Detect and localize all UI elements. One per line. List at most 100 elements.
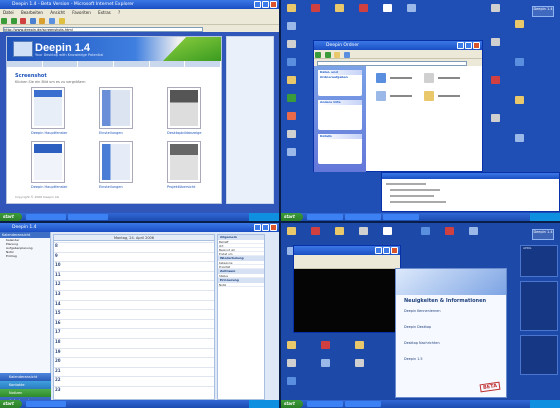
welcome-link-2[interactable]: Deepin Desktop <box>404 325 431 329</box>
welcome-link-4[interactable]: Deepin 1.5 <box>404 357 423 361</box>
home-icon[interactable] <box>39 17 46 24</box>
menu-item-ansicht[interactable]: Ansicht <box>50 10 65 15</box>
nav-button-notizen[interactable]: Notizen <box>0 389 51 397</box>
maximize-button[interactable] <box>262 224 269 231</box>
nav-button-kalender[interactable]: Kalenderansicht <box>0 373 51 381</box>
taskbar-button[interactable] <box>307 214 343 220</box>
taskbar-button[interactable] <box>345 401 381 407</box>
day-view-grid[interactable]: Montag, 24. April 2006 8 9 10 11 12 13 14 15 16 1… <box>53 234 215 400</box>
site-nav-tab[interactable] <box>185 61 222 67</box>
desktop-file-icon[interactable] <box>355 359 364 367</box>
screenshot-thumb-2[interactable] <box>99 87 133 129</box>
back-icon[interactable] <box>315 51 321 58</box>
desktop-file-icon[interactable] <box>469 227 478 235</box>
desktop-folder-icon[interactable] <box>335 4 344 12</box>
address-input[interactable]: http://www.deepin.de/screenshots.html <box>3 26 203 32</box>
desktop-app-icon[interactable] <box>359 4 368 12</box>
tree-item[interactable] <box>386 183 426 185</box>
desktop-folder-icon[interactable] <box>287 341 296 349</box>
screenshot-thumb-5[interactable] <box>99 141 133 183</box>
file-icon[interactable] <box>376 73 386 83</box>
desktop-folder-icon[interactable] <box>287 4 296 12</box>
thumb-label-5[interactable]: Einstellungen <box>99 185 123 189</box>
folder-up-icon[interactable] <box>334 51 341 58</box>
screenshot-thumb-4[interactable] <box>31 141 65 183</box>
desktop-file-icon[interactable] <box>383 227 392 235</box>
screenshot-thumb-1[interactable] <box>31 87 65 129</box>
thumb-label-3[interactable]: Desktopbildanzeige <box>167 131 202 135</box>
thumb-label-6[interactable]: Projektübersicht <box>167 185 195 189</box>
refresh-icon[interactable] <box>29 17 36 24</box>
menu-item-help[interactable]: ? <box>118 10 120 15</box>
welcome-link-3[interactable]: Desktop Nachrichten <box>404 341 440 345</box>
prop-row[interactable]: Notiz <box>218 283 264 287</box>
desktop-folder-icon[interactable] <box>335 227 344 235</box>
thumb-label-1[interactable]: Deepin Hauptfenster <box>31 131 68 135</box>
minimize-button[interactable] <box>254 1 261 8</box>
desktop-file-icon[interactable] <box>383 4 392 12</box>
desktop-file-icon[interactable] <box>491 114 500 122</box>
thumb-label-4[interactable]: Deepin Hauptfenster <box>31 185 68 189</box>
forward-icon[interactable] <box>324 51 331 58</box>
taskbar-button[interactable] <box>26 401 66 407</box>
close-button[interactable] <box>473 42 480 49</box>
menu-item-datei[interactable]: Datei <box>3 10 14 15</box>
desktop-file-icon[interactable] <box>491 38 500 46</box>
back-icon[interactable] <box>1 17 7 24</box>
desktop-file-icon[interactable] <box>287 148 296 156</box>
desktop-file-icon[interactable] <box>491 4 500 12</box>
close-button[interactable] <box>270 224 277 231</box>
screenshot-thumb-3[interactable] <box>167 87 201 129</box>
desktop-folder-icon[interactable] <box>355 341 364 349</box>
file-icon[interactable] <box>424 91 434 101</box>
close-button[interactable] <box>270 1 277 8</box>
minimize-button[interactable] <box>457 42 464 49</box>
site-nav-tab[interactable] <box>78 61 115 67</box>
desktop-app-icon[interactable] <box>421 227 430 235</box>
taskbar-button[interactable] <box>383 214 419 220</box>
desktop-folder-icon[interactable] <box>287 227 296 235</box>
close-button[interactable] <box>391 247 398 254</box>
minimize-button[interactable] <box>375 247 382 254</box>
desktop-folder-icon[interactable] <box>287 76 296 84</box>
site-nav-tab[interactable] <box>114 61 150 67</box>
desktop-file-icon[interactable] <box>359 227 368 235</box>
file-icon[interactable] <box>376 91 386 101</box>
menu-item-favoriten[interactable]: Favoriten <box>72 10 91 15</box>
desktop-file-icon[interactable] <box>515 134 524 142</box>
desktop-app-icon[interactable] <box>311 4 320 12</box>
desktop-app-icon[interactable] <box>287 112 296 120</box>
site-nav-tab[interactable] <box>43 61 79 67</box>
maximize-button[interactable] <box>465 42 472 49</box>
nav-button-kontakte[interactable]: Kontakte <box>0 381 51 389</box>
desktop-app-icon[interactable] <box>321 341 330 349</box>
site-nav-tab[interactable] <box>150 61 186 67</box>
welcome-link-1[interactable]: Deepin Kennenlernen <box>404 309 441 313</box>
tree-item[interactable] <box>390 195 434 197</box>
menu-item-bearbeiten[interactable]: Bearbeiten <box>21 10 43 15</box>
desktop-folder-icon[interactable] <box>515 96 524 104</box>
taskbar-button[interactable] <box>68 214 108 220</box>
desktop-folder-icon[interactable] <box>515 20 524 28</box>
desktop-recycle-icon[interactable] <box>287 40 296 48</box>
start-button[interactable]: start <box>0 213 22 221</box>
maximize-button[interactable] <box>262 1 269 8</box>
desktop-app-icon[interactable] <box>287 377 296 385</box>
start-button[interactable]: start <box>281 213 303 221</box>
taskbar-button[interactable] <box>26 214 66 220</box>
minimize-button[interactable] <box>254 224 261 231</box>
taskbar-button[interactable] <box>345 214 381 220</box>
desktop-file-icon[interactable] <box>287 359 296 367</box>
thumb-label-2[interactable]: Einstellungen <box>99 131 123 135</box>
desktop-network-icon[interactable] <box>287 58 296 66</box>
search-icon[interactable] <box>48 17 55 24</box>
sidebar-item-eintrag[interactable]: Eintrag <box>0 254 50 258</box>
start-button[interactable]: start <box>0 400 22 408</box>
desktop-app-icon[interactable] <box>515 58 524 66</box>
desktop-app-icon[interactable] <box>287 94 296 102</box>
desktop-app-icon[interactable] <box>311 227 320 235</box>
desktop-app-icon[interactable] <box>491 76 500 84</box>
maximize-button[interactable] <box>383 247 390 254</box>
tree-item[interactable] <box>390 189 440 191</box>
desktop-app-icon[interactable] <box>445 227 454 235</box>
